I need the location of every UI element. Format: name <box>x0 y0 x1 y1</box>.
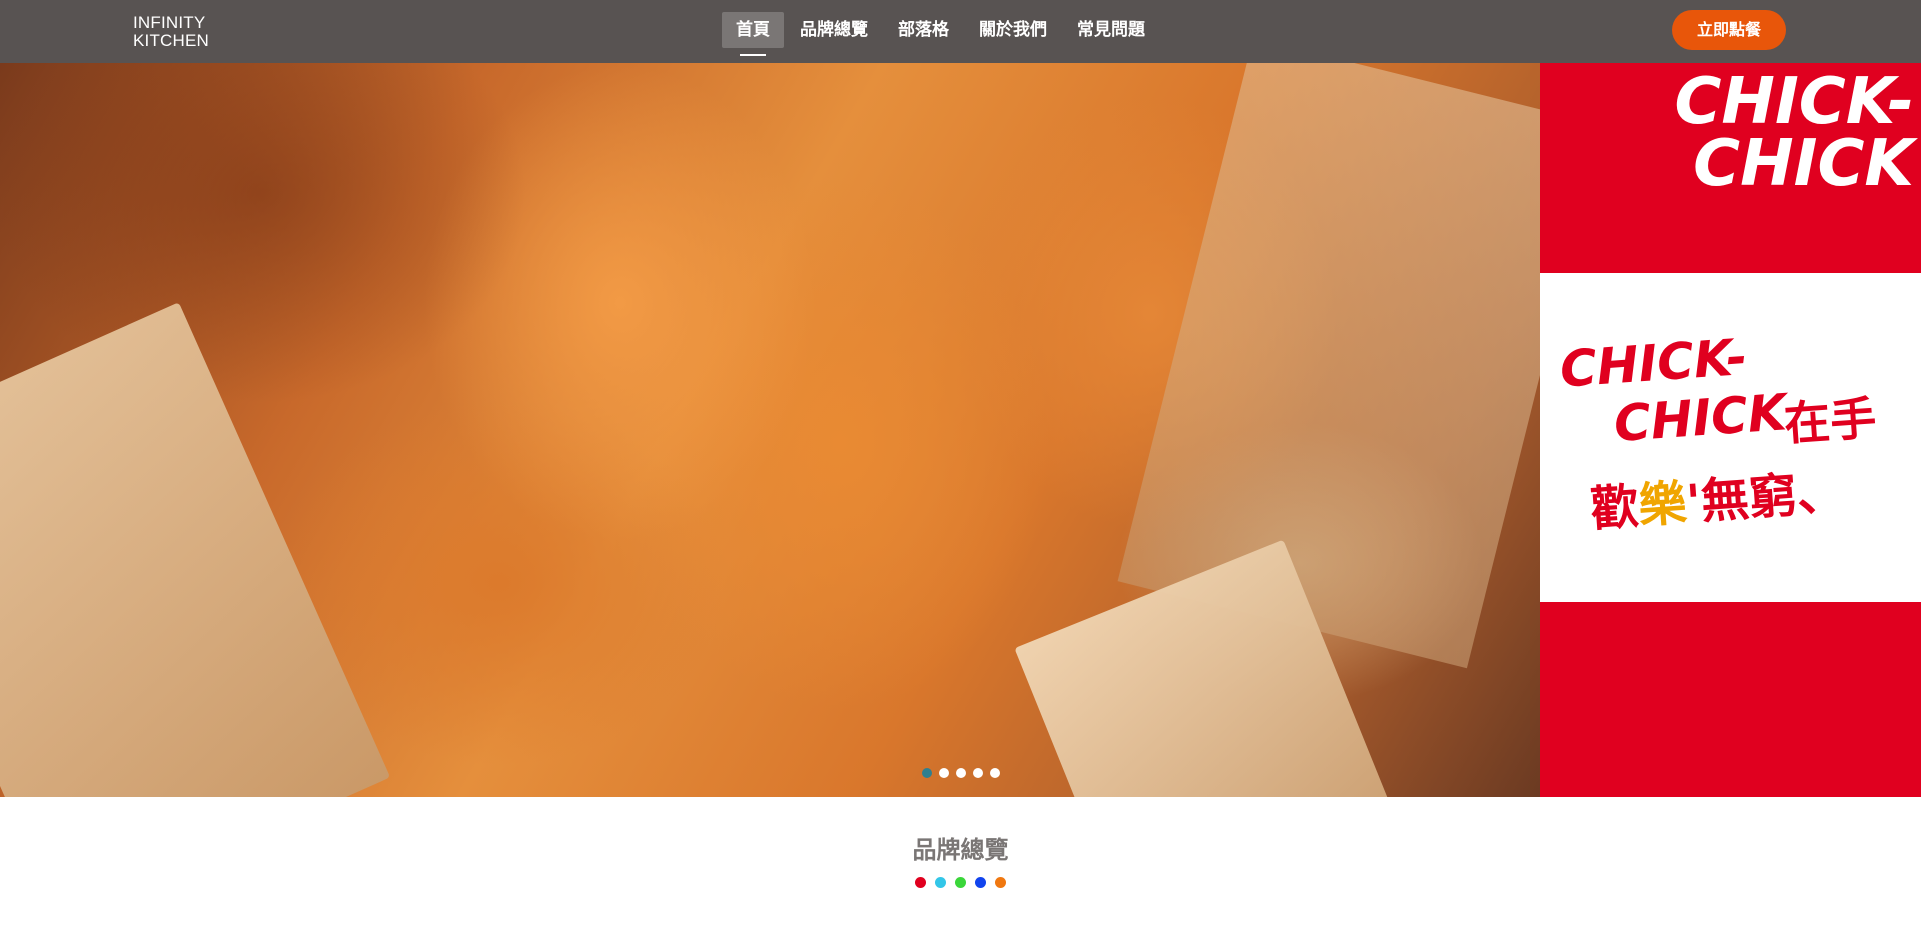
logo-line-2: KITCHEN <box>133 31 210 50</box>
accent-dot <box>995 877 1006 888</box>
promo-banner: CHICK- CHICK CHICK- CHICK 在手 歡樂'無窮、 <box>1540 63 1921 797</box>
accent-dot <box>955 877 966 888</box>
hero-carousel[interactable]: CHICK- CHICK CHICK- CHICK 在手 歡樂'無窮、 <box>0 63 1921 797</box>
slogan-part-1: 歡 <box>1588 478 1641 538</box>
accent-dot <box>915 877 926 888</box>
promo-zaishou-text: 在手 <box>1782 390 1878 452</box>
carousel-dot[interactable] <box>973 768 983 778</box>
nav-item-about[interactable]: 關於我們 <box>965 12 1061 48</box>
accent-dot <box>935 877 946 888</box>
promo-slogan-panel: CHICK- CHICK 在手 歡樂'無窮、 <box>1540 273 1921 602</box>
wrapping-paper <box>0 302 391 797</box>
brand-logo[interactable]: INFINITY KITCHEN <box>133 14 209 50</box>
nav-item-brands[interactable]: 品牌總覽 <box>786 12 882 48</box>
promo-slogan-text: 歡樂'無窮、 <box>1588 452 1847 540</box>
accent-dot <box>975 877 986 888</box>
nav-item-faq[interactable]: 常見問題 <box>1063 12 1159 48</box>
carousel-dot[interactable] <box>939 768 949 778</box>
fried-chicken-photo <box>0 63 1603 797</box>
carousel-dot[interactable] <box>922 768 932 778</box>
nav-item-blog[interactable]: 部落格 <box>884 12 963 48</box>
slogan-part-3: '無窮、 <box>1684 464 1847 532</box>
main-nav: 首頁 品牌總覽 部落格 關於我們 常見問題 <box>722 12 1161 56</box>
section-title-brands: 品牌總覽 <box>912 836 1009 864</box>
slogan-part-2: 樂 <box>1636 475 1689 535</box>
promo-chick-text: CHICK- CHICK <box>1558 325 1788 456</box>
top-navbar: INFINITY KITCHEN 首頁 品牌總覽 部落格 關於我們 常見問題 立… <box>0 0 1921 63</box>
promo-top-text: CHICK- CHICK <box>1674 65 1914 201</box>
carousel-dot[interactable] <box>990 768 1000 778</box>
nav-item-home[interactable]: 首頁 <box>722 12 784 56</box>
logo-line-1: INFINITY <box>133 13 206 32</box>
section-accent-dots <box>915 877 1006 888</box>
carousel-indicators <box>922 768 1000 778</box>
carousel-dot[interactable] <box>956 768 966 778</box>
order-now-button[interactable]: 立即點餐 <box>1672 10 1786 50</box>
